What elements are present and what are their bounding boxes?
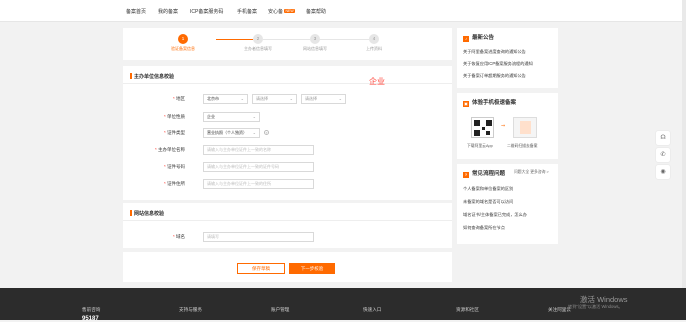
- website-info-form: 网站信息校验 * 域名 请填写: [123, 203, 452, 248]
- faq-link[interactable]: 域名证书/主体备案已完成，怎么办: [463, 212, 527, 218]
- annotation-text: 企业: [369, 77, 385, 86]
- panel-title: ▣ 体验手机极速备案: [463, 100, 517, 107]
- step-4-label: 上传资料: [366, 46, 382, 51]
- section-header: 网站信息校验: [123, 203, 452, 221]
- phone-icon: ▣: [463, 101, 469, 107]
- new-badge: NEW: [284, 9, 296, 13]
- chevron-down-icon: ⌄: [289, 96, 293, 101]
- nav-home[interactable]: 备案首页: [126, 8, 146, 15]
- chevron-down-icon: ⌄: [252, 114, 256, 119]
- nature-label: * 单位性质: [163, 114, 185, 119]
- sponsor-info-form: 主办单位信息校验 * 地区 北京市 ⌄ 请选择 ⌄ 请选择 ⌄ * 单位性质 企业 ⌄ …: [123, 66, 452, 200]
- chevron-down-icon: ⌄: [338, 96, 342, 101]
- mobile-filing-panel: ▣ 体验手机极速备案 ⇒ 下载阿里云App 二维码扫描去备案: [457, 93, 558, 159]
- announcements-panel: ♪ 最新公告 关于阿里备案进度查询的通知公告 关于恢复应用ICP备案服务流程的通知…: [457, 28, 558, 88]
- step-line: [216, 39, 253, 40]
- announcement-link[interactable]: 关于阿里备案进度查询的通知公告: [463, 49, 526, 55]
- section-header: 主办单位信息校验: [123, 66, 452, 84]
- faq-link[interactable]: 如何查询备案所在节点: [463, 225, 505, 231]
- feedback-icon[interactable]: ◉: [656, 165, 670, 179]
- faq-link[interactable]: 未备案的域名是否可以访问: [463, 199, 513, 205]
- step-4: 4: [369, 34, 379, 44]
- cert-type-select[interactable]: 营业执照（个人独资） ⌄: [203, 128, 260, 138]
- section-accent: [130, 73, 132, 79]
- cert-number-label: * 证件号码: [163, 164, 185, 169]
- step-3-label: 网站信息填写: [303, 46, 327, 51]
- footer-col-community[interactable]: 资源和社区: [456, 307, 479, 313]
- announcement-link[interactable]: 关于恢复应用ICP备案服务流程的通知: [463, 61, 533, 67]
- phone-icon[interactable]: ✆: [656, 148, 670, 162]
- footer-col-quick[interactable]: 快速入口: [363, 307, 381, 313]
- top-navigation: 备案首页 我的备案 ICP备案服务码 手机备案 安心备 NEW 备案帮助: [0, 0, 686, 22]
- qr-code-icon: [471, 117, 494, 138]
- nav-mobile-filing[interactable]: 手机备案: [237, 8, 257, 15]
- province-select[interactable]: 北京市 ⌄: [203, 94, 248, 104]
- footer-col-account[interactable]: 账户管理: [271, 307, 289, 313]
- section-title: 网站信息校验: [134, 211, 165, 217]
- cert-address-input[interactable]: 请输入与主办单位证件上一致的住所: [203, 179, 314, 189]
- step-2: 2: [253, 34, 263, 44]
- windows-activation-hint: 转到"设置"以激活 Windows。: [568, 304, 623, 309]
- announcement-link[interactable]: 关于备案订单超期服务的通知公告: [463, 73, 526, 79]
- panel-title: ♪ 最新公告: [463, 35, 495, 42]
- help-icon: ?: [463, 172, 469, 178]
- step-1: 1: [178, 34, 188, 44]
- sponsor-name-input[interactable]: 请输入与主办单位证件上一致的名称: [203, 145, 314, 155]
- section-title: 主办单位信息校验: [134, 74, 175, 80]
- city-select[interactable]: 请选择 ⌄: [252, 94, 297, 104]
- region-label: * 地区: [172, 96, 185, 101]
- nature-select[interactable]: 企业 ⌄: [203, 112, 260, 122]
- nav-anxin[interactable]: 安心备 NEW: [268, 8, 296, 15]
- nav-my-filing[interactable]: 我的备案: [158, 8, 178, 15]
- step-3: 3: [310, 34, 320, 44]
- step-2-label: 主办者信息填写: [244, 46, 272, 51]
- cert-address-label: * 证件住所: [163, 181, 185, 186]
- nav-help[interactable]: 备案帮助: [306, 8, 326, 15]
- domain-label: * 域名: [172, 234, 185, 239]
- footer-brand: 售前咨询: [82, 307, 101, 312]
- step-line: [319, 39, 369, 40]
- save-draft-button[interactable]: 保存草稿: [237, 263, 285, 274]
- chevron-down-icon: ⌄: [240, 96, 244, 101]
- qr-caption: 下载阿里云App: [467, 144, 493, 148]
- arrow-icon: ⇒: [501, 123, 506, 129]
- faq-more-link[interactable]: 问题大全 更多咨询 >: [514, 170, 549, 175]
- step-line: [263, 39, 310, 40]
- next-step-button[interactable]: 下一步校验: [289, 263, 335, 274]
- bell-icon: ♪: [463, 36, 469, 42]
- district-select[interactable]: 请选择 ⌄: [301, 94, 346, 104]
- chevron-down-icon: ⌄: [252, 130, 256, 135]
- phone-screenshot-image: [513, 117, 537, 138]
- step-1-label: 验证备案信息: [171, 46, 195, 51]
- panel-title: ? 常见流程问题: [463, 171, 506, 178]
- form-actions: 保存草稿 下一步校验: [123, 252, 452, 282]
- cert-type-label: * 证件类型: [163, 130, 185, 135]
- sponsor-name-label: * 主办单位名称: [154, 147, 185, 152]
- footer-col-support[interactable]: 支持与服务: [179, 307, 202, 313]
- scan-caption: 二维码扫描去备案: [507, 144, 538, 148]
- help-icon[interactable]: ?: [264, 130, 269, 135]
- footer-phone: 95187: [82, 316, 99, 322]
- faq-panel: ? 常见流程问题 问题大全 更多咨询 > 个人备案和单位备案的区别 未备案的域名是…: [457, 164, 558, 244]
- cert-number-input[interactable]: 请输入与主办单位证件上一致的证件号码: [203, 162, 314, 172]
- step-indicator: 1 验证备案信息 2 主办者信息填写 3 网站信息填写 4 上传资料: [123, 28, 452, 60]
- faq-link[interactable]: 个人备案和单位备案的区别: [463, 186, 513, 192]
- domain-input[interactable]: 请填写: [203, 232, 314, 242]
- section-accent: [130, 210, 132, 216]
- page-scrollbar[interactable]: [682, 0, 686, 288]
- nav-icp-code[interactable]: ICP备案服务码: [190, 8, 223, 15]
- headset-icon[interactable]: ☊: [656, 131, 670, 145]
